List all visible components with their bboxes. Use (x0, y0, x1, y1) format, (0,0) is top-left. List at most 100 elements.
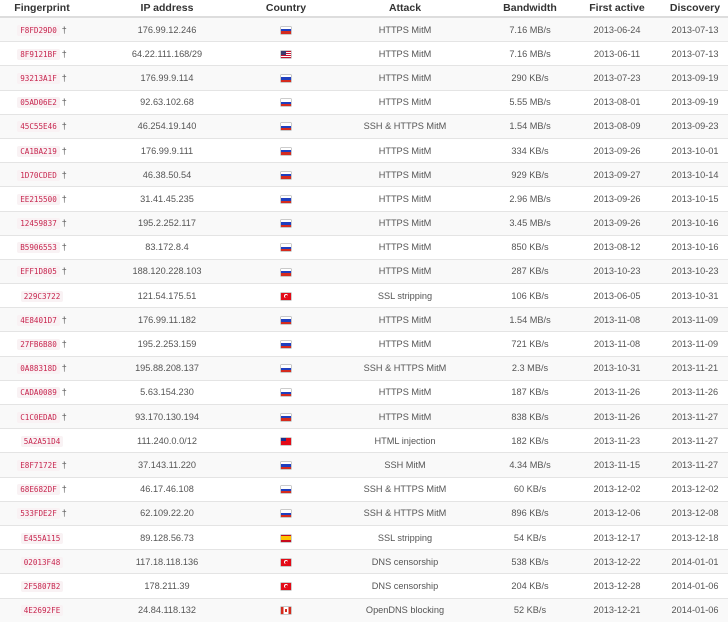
fingerprint-link[interactable]: 533FDE2F (17, 508, 60, 520)
dagger-mark: † (61, 121, 67, 132)
fingerprint-link[interactable]: 27FB6B80 (17, 339, 60, 351)
country-cell (250, 162, 322, 187)
bandwidth-cell: 3.45 MB/s (488, 210, 572, 236)
fingerprint-cell: 0A88318D † (0, 355, 84, 381)
fingerprint-link[interactable]: 4E8401D7 (17, 314, 60, 326)
fingerprint-cell: 45C55E46 † (0, 113, 84, 139)
dagger-mark: † (61, 48, 67, 59)
flag-russia-icon (281, 462, 291, 470)
bandwidth-cell: 1.54 MB/s (488, 113, 572, 139)
fingerprint-link[interactable]: EE215500 (17, 193, 60, 205)
country-cell (250, 65, 322, 91)
table-row: 05AD06E2 † 92.63.102.68 HTTPS MitM 5.55 MB/s… (0, 89, 728, 115)
country-cell (250, 549, 322, 574)
ip-address-cell: 24.84.118.132 (84, 597, 250, 622)
fingerprint-link[interactable]: E455A115 (20, 532, 64, 544)
first-active-cell: 2013-12-06 (572, 500, 662, 526)
table-row: 93213A1F † 176.99.9.114 HTTPS MitM 290 KB/s 2… (0, 65, 728, 91)
table-row: 2F5807B2 178.211.39 DNS censorship 204 KB/s… (0, 573, 728, 598)
flag-canada-icon (281, 607, 291, 615)
country-cell (250, 113, 322, 139)
attack-cell: HTTPS MitM (322, 41, 488, 66)
fingerprint-cell: 5A2A51D4 (0, 428, 84, 453)
discovery-cell: 2013-10-14 (662, 162, 728, 187)
dagger-mark: † (61, 193, 67, 204)
first-active-cell: 2013-12-28 (572, 573, 662, 598)
fingerprint-link[interactable]: CA1BA219 (17, 145, 60, 157)
bandwidth-cell: 287 KB/s (488, 258, 572, 284)
dagger-mark: † (61, 218, 67, 229)
attack-cell: HTTPS MitM (322, 379, 488, 405)
fingerprint-link[interactable]: 5A2A51D4 (20, 435, 64, 447)
first-active-cell: 2013-09-26 (572, 210, 662, 236)
bandwidth-cell: 204 KB/s (488, 573, 572, 598)
table-row: CADA0089 † 5.63.154.230 HTTPS MitM 187 KB/s 2… (0, 379, 728, 405)
fingerprint-link[interactable]: 02013F48 (20, 556, 64, 568)
first-active-cell: 2013-11-08 (572, 307, 662, 332)
flag-russia-icon (281, 486, 291, 494)
first-active-cell: 2013-09-26 (572, 137, 662, 163)
fingerprint-link[interactable]: 4E2692FE (20, 605, 64, 617)
country-cell (250, 597, 322, 622)
fingerprint-link[interactable]: 05AD06E2 (17, 97, 60, 109)
fingerprint-link[interactable]: 68E682DF (17, 484, 60, 496)
fingerprint-link[interactable]: 0A88318D (17, 363, 60, 375)
country-cell (250, 186, 322, 211)
header-bandwidth[interactable]: Bandwidth (488, 0, 572, 18)
fingerprint-cell: EFF1D805 † (0, 258, 84, 284)
dagger-mark: † (61, 411, 67, 422)
fingerprint-cell: 533FDE2F † (0, 500, 84, 526)
fingerprint-link[interactable]: 45C55E46 (17, 121, 60, 133)
table-row: 8F9121BF † 64.22.111.168/29 HTTPS MitM 7.16 … (0, 41, 728, 66)
fingerprint-cell: 05AD06E2 † (0, 89, 84, 115)
fingerprint-link[interactable]: 8F9121BF (17, 48, 60, 60)
first-active-cell: 2013-11-26 (572, 379, 662, 405)
ip-address-cell: 31.41.45.235 (84, 186, 250, 211)
country-cell (250, 234, 322, 260)
country-cell (250, 210, 322, 236)
ip-address-cell: 62.109.22.20 (84, 500, 250, 526)
ip-address-cell: 121.54.175.51 (84, 283, 250, 308)
header-discovery[interactable]: Discovery (662, 0, 728, 18)
fingerprint-cell: 02013F48 (0, 549, 84, 574)
header-first-active[interactable]: First active (572, 0, 662, 18)
first-active-cell: 2013-09-27 (572, 162, 662, 187)
flag-russia-icon (281, 147, 291, 155)
fingerprint-link[interactable]: 2F5807B2 (20, 580, 64, 592)
attack-cell: HTTPS MitM (322, 162, 488, 187)
fingerprint-link[interactable]: EFF1D805 (17, 266, 60, 278)
fingerprint-link[interactable]: 229C3722 (20, 290, 64, 302)
fingerprint-link[interactable]: E8F7172E (17, 459, 60, 471)
first-active-cell: 2013-12-17 (572, 524, 662, 550)
fingerprint-link[interactable]: 1D70CDED (17, 169, 60, 181)
fingerprint-link[interactable]: F8FD29D0 (17, 24, 60, 36)
header-ip-address[interactable]: IP address (84, 0, 250, 18)
fingerprint-link[interactable]: CADA0089 (17, 387, 60, 399)
first-active-cell: 2013-06-05 (572, 283, 662, 308)
attack-cell: DNS censorship (322, 573, 488, 598)
flag-turkey-icon (281, 558, 291, 566)
country-cell (250, 452, 322, 478)
country-cell (250, 16, 322, 42)
fingerprint-link[interactable]: 12459837 (17, 218, 60, 230)
country-cell (250, 258, 322, 284)
flag-russia-icon (281, 389, 291, 397)
discovery-cell: 2013-10-16 (662, 234, 728, 260)
flag-russia-icon (281, 413, 291, 421)
discovery-cell: 2013-12-08 (662, 500, 728, 526)
discovery-cell: 2013-09-19 (662, 89, 728, 115)
discovery-cell: 2013-11-27 (662, 428, 728, 453)
bandwidth-cell: 2.96 MB/s (488, 186, 572, 211)
table-row: 27FB6B80 † 195.2.253.159 HTTPS MitM 721 KB/s… (0, 331, 728, 357)
fingerprint-link[interactable]: 93213A1F (17, 72, 60, 84)
header-attack[interactable]: Attack (322, 0, 488, 18)
header-country[interactable]: Country (250, 0, 322, 18)
fingerprint-cell: 2F5807B2 (0, 573, 84, 598)
bandwidth-cell: 334 KB/s (488, 137, 572, 163)
first-active-cell: 2013-08-01 (572, 89, 662, 115)
fingerprint-link[interactable]: C1C0EDAD (17, 411, 60, 423)
header-fingerprint[interactable]: Fingerprint (0, 0, 84, 18)
fingerprint-link[interactable]: B5906553 (17, 242, 60, 254)
bandwidth-cell: 7.16 MB/s (488, 41, 572, 66)
first-active-cell: 2013-09-26 (572, 186, 662, 211)
